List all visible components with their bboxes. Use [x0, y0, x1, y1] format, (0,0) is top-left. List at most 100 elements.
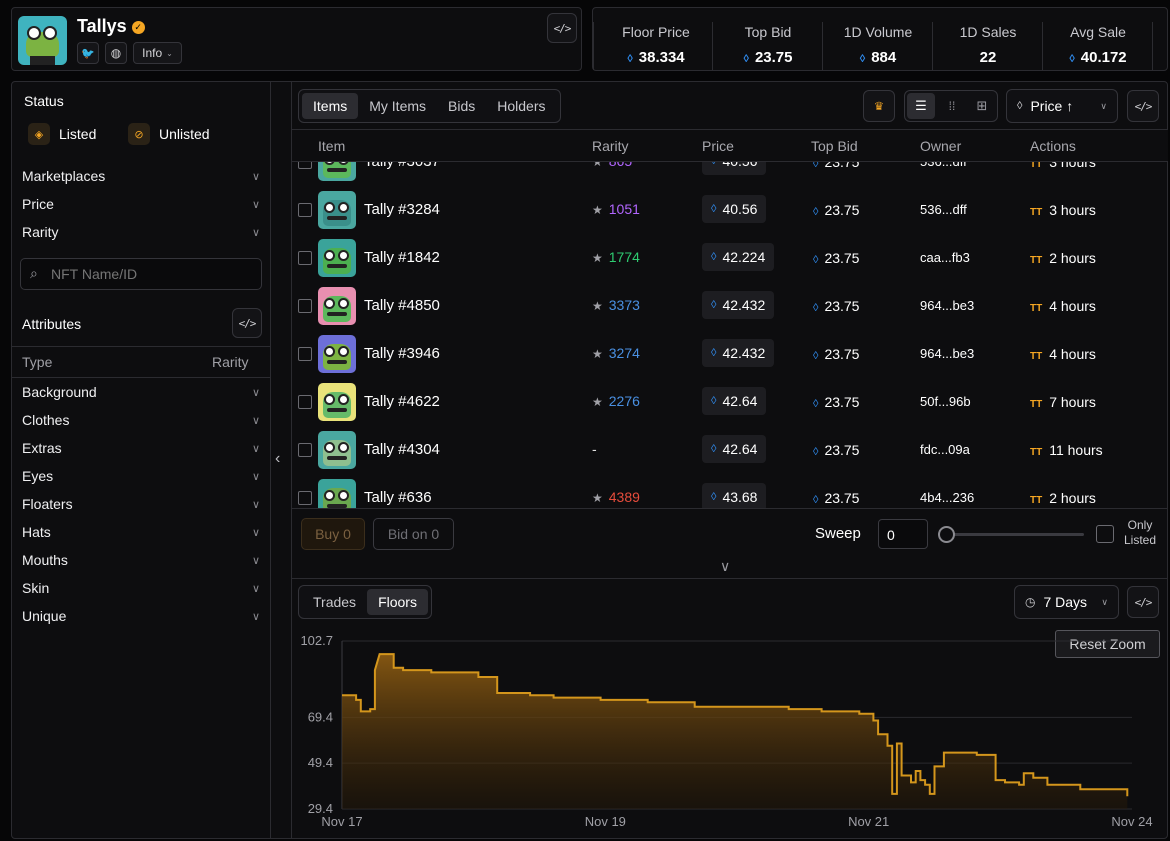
buy-button[interactable]: Buy 0 [301, 518, 365, 550]
attribute-filter-eyes[interactable]: Eyes ∨ [12, 462, 270, 490]
nft-search[interactable]: ⌕ [20, 258, 262, 290]
price-tag[interactable]: ◊ 42.432 [702, 291, 775, 319]
tab-holders[interactable]: Holders [486, 93, 556, 119]
owner-address[interactable]: caa...fb3 [920, 250, 970, 265]
drop-icon: ◊ [711, 491, 717, 503]
owner-address[interactable]: fdc...09a [920, 442, 970, 457]
listing-marketplace[interactable]: TT 3 hours [1030, 202, 1096, 218]
price-tag[interactable]: ◊ 42.64 [702, 435, 767, 463]
owner-address[interactable]: 964...be3 [920, 346, 974, 361]
range-dropdown[interactable]: ◷ 7 Days ∨ [1014, 585, 1119, 619]
website-button[interactable]: ◍ [105, 42, 127, 64]
unlisted-filter[interactable]: ⊘ Unlisted [128, 123, 210, 145]
row-checkbox[interactable] [298, 299, 312, 313]
item-name[interactable]: Tally #636 [364, 489, 432, 506]
slider-thumb[interactable] [938, 526, 955, 543]
price-tag[interactable]: ◊ 43.68 [702, 483, 767, 508]
attribute-filter-skin[interactable]: Skin ∨ [12, 574, 270, 602]
sweep-slider[interactable] [938, 525, 1086, 543]
tab-trades[interactable]: Trades [302, 589, 367, 615]
table-row[interactable]: Tally #4304 - ◊ 42.64 ◊ 23.75 fdc...09a TT 11 ho… [292, 426, 1168, 474]
attribute-filter-background[interactable]: Background ∨ [12, 378, 270, 406]
item-name[interactable]: Tally #4850 [364, 297, 440, 314]
table-row[interactable]: Tally #636 ★ 4389 ◊ 43.68 ◊ 23.75 4b4...236 TT 2 … [292, 474, 1168, 508]
table-row[interactable]: Tally #1842 ★ 1774 ◊ 42.224 ◊ 23.75 caa...fb3 TT… [292, 234, 1168, 282]
price-tag[interactable]: ◊ 42.432 [702, 339, 775, 367]
attribute-filter-extras[interactable]: Extras ∨ [12, 434, 270, 462]
rarity-rank: ★ 2276 [592, 393, 640, 409]
view-mode-group: ☰ ⁞⁞ ⊞ [904, 90, 998, 122]
attribute-filter-hats[interactable]: Hats ∨ [12, 518, 270, 546]
crown-filter-button[interactable]: ♛ [863, 90, 895, 122]
filter-price[interactable]: Price ∨ [12, 190, 270, 218]
price-tag[interactable]: ◊40.56 [702, 195, 767, 223]
chevron-down-icon: ∨ [251, 198, 260, 211]
listing-marketplace[interactable]: TT 4 hours [1030, 298, 1096, 314]
chevron-down-icon: ∨ [251, 414, 260, 427]
filter-marketplaces[interactable]: Marketplaces ∨ [12, 162, 270, 190]
row-checkbox[interactable] [298, 251, 312, 265]
table-row[interactable]: Tally #3284 ★ 1051 ◊ 40.56 ◊ 23.75 536...dff TT 3… [292, 186, 1168, 234]
item-name[interactable]: Tally #4622 [364, 393, 440, 410]
collection-name: Tallys [77, 16, 127, 36]
item-name[interactable]: Tally #3284 [364, 201, 440, 218]
tab-my-items[interactable]: My Items [358, 93, 437, 119]
tab-bids[interactable]: Bids [437, 93, 486, 119]
sweep-count-input[interactable]: 0 [878, 519, 928, 549]
drop-icon: ◊ [743, 53, 749, 65]
small-grid-button[interactable]: ⁞⁞ [939, 93, 965, 119]
price-tag[interactable]: ◊ 42.224 [702, 243, 775, 271]
price-tag[interactable]: ◊ 42.64 [702, 387, 767, 415]
items-embed-button[interactable]: </> [1127, 90, 1159, 122]
collapse-sidebar-handle[interactable]: ‹ [271, 81, 291, 839]
attribute-filter-mouths[interactable]: Mouths ∨ [12, 546, 270, 574]
row-checkbox[interactable] [298, 443, 312, 457]
sort-dropdown[interactable]: ◊ Price ↑ ∨ [1006, 89, 1118, 123]
attribute-filter-unique[interactable]: Unique ∨ [12, 602, 270, 630]
row-checkbox[interactable] [298, 203, 312, 217]
owner-address[interactable]: 536...dff [920, 202, 967, 217]
filter-rarity[interactable]: Rarity ∨ [12, 218, 270, 246]
row-checkbox[interactable] [298, 347, 312, 361]
attributes-embed-button[interactable]: </> [232, 308, 262, 338]
owner-address[interactable]: 4b4...236 [920, 490, 974, 505]
attribute-filter-clothes[interactable]: Clothes ∨ [12, 406, 270, 434]
listing-marketplace[interactable]: TT 7 hours [1030, 394, 1096, 410]
star-icon: ★ [592, 347, 603, 361]
list-view-button[interactable]: ☰ [907, 93, 935, 119]
bid-button[interactable]: Bid on 0 [373, 518, 454, 550]
item-name[interactable]: Tally #3946 [364, 345, 440, 362]
listing-marketplace[interactable]: TT 11 hours [1030, 442, 1103, 458]
drop-icon: ◊ [1017, 100, 1023, 112]
twitter-button[interactable]: 🐦 [77, 42, 99, 64]
embed-code-button[interactable]: </> [547, 13, 577, 43]
attribute-filter-floaters[interactable]: Floaters ∨ [12, 490, 270, 518]
drop-icon: ◊ [711, 347, 717, 359]
large-grid-button[interactable]: ⊞ [969, 93, 995, 119]
tab-items[interactable]: Items [302, 93, 359, 119]
info-label: Info [142, 46, 163, 60]
table-row[interactable]: Tally #4622 ★ 2276 ◊ 42.64 ◊ 23.75 50f...96b TT 7… [292, 378, 1168, 426]
expand-chevron-icon[interactable]: ∨ [720, 558, 730, 575]
listing-marketplace[interactable]: TT 2 hours [1030, 250, 1096, 266]
table-row[interactable]: Tally #4850 ★ 3373 ◊ 42.432 ◊ 23.75 964...be3 TT… [292, 282, 1168, 330]
only-listed-checkbox[interactable] [1096, 525, 1114, 543]
listing-marketplace[interactable]: TT 4 hours [1030, 346, 1096, 362]
owner-address[interactable]: 50f...96b [920, 394, 971, 409]
nft-thumbnail [318, 383, 356, 421]
items-table: Tally #3037★865◊40.56◊23.75536...dffTT3 … [292, 130, 1168, 508]
owner-address[interactable]: 964...be3 [920, 298, 974, 313]
row-checkbox[interactable] [298, 491, 312, 505]
tab-floors[interactable]: Floors [367, 589, 428, 615]
row-checkbox[interactable] [298, 395, 312, 409]
item-name[interactable]: Tally #4304 [364, 441, 440, 458]
table-row[interactable]: Tally #3946 ★ 3274 ◊ 42.432 ◊ 23.75 964...be3 TT… [292, 330, 1168, 378]
listed-filter[interactable]: ◈ Listed [28, 123, 96, 145]
chart-embed-button[interactable]: </> [1127, 586, 1159, 618]
item-name[interactable]: Tally #1842 [364, 249, 440, 266]
crown-icon: ♛ [874, 98, 884, 114]
info-dropdown[interactable]: Info ⌄ [133, 42, 182, 64]
listing-marketplace[interactable]: TT 2 hours [1030, 490, 1096, 506]
search-input[interactable] [51, 264, 251, 284]
chevron-down-icon: ∨ [251, 470, 260, 483]
